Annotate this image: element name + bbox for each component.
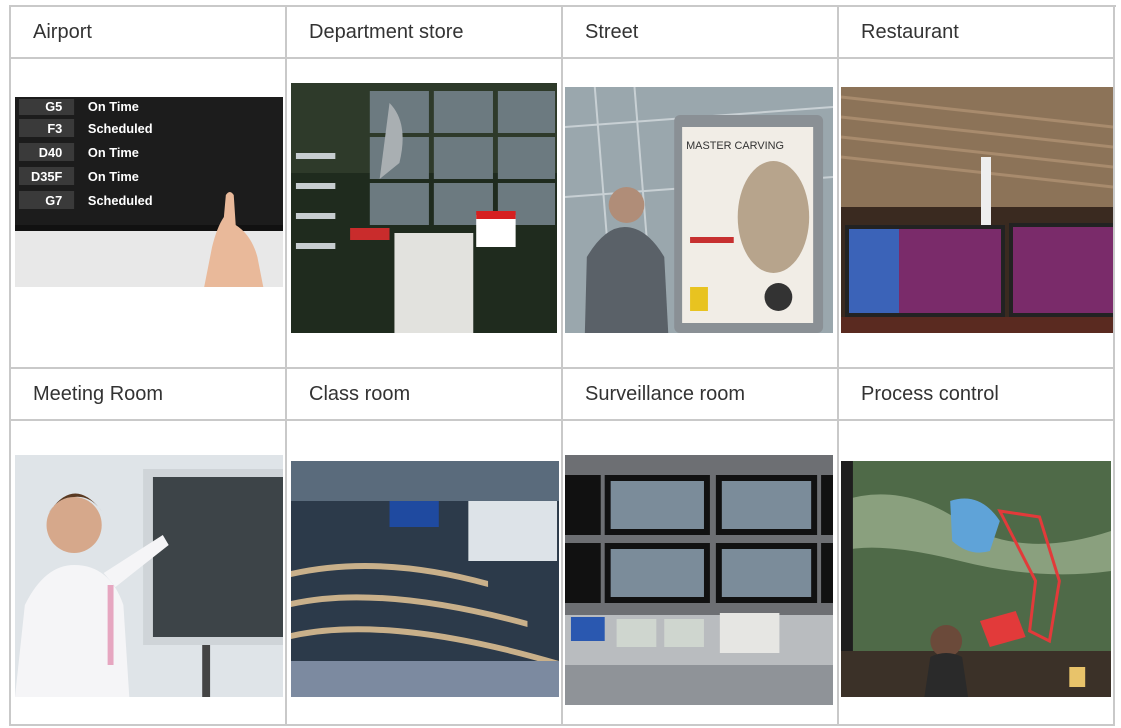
header-meeting-room: Meeting Room	[11, 369, 287, 421]
process-control-photo	[841, 461, 1111, 697]
header-street: Street	[563, 7, 839, 59]
board-gate-0: G5	[45, 99, 62, 114]
image-cell-street: MASTER CARVING	[563, 59, 839, 369]
image-cell-department-store	[287, 59, 563, 369]
board-status-4: Scheduled	[88, 193, 153, 208]
header-class-room: Class room	[287, 369, 563, 421]
image-cell-process-control	[839, 421, 1115, 726]
header-airport: Airport	[11, 7, 287, 59]
header-surveillance-room: Surveillance room	[563, 369, 839, 421]
airport-photo: G5 On Time F3 Scheduled D40 On Time D35F…	[15, 97, 283, 287]
board-status-2: On Time	[88, 145, 139, 160]
image-cell-surveillance-room	[563, 421, 839, 726]
board-status-0: On Time	[88, 99, 139, 114]
image-cell-meeting-room	[11, 421, 287, 726]
class-room-photo	[291, 461, 559, 697]
department-store-photo	[291, 83, 557, 333]
image-cell-restaurant	[839, 59, 1115, 369]
image-cell-airport: G5 On Time F3 Scheduled D40 On Time D35F…	[11, 59, 287, 369]
board-gate-4: G7	[45, 193, 62, 208]
board-gate-2: D40	[39, 145, 62, 160]
header-department-store: Department store	[287, 7, 563, 59]
board-status-1: Scheduled	[88, 121, 153, 136]
street-photo: MASTER CARVING	[565, 87, 833, 333]
header-process-control: Process control	[839, 369, 1115, 421]
meeting-room-photo	[15, 455, 283, 697]
restaurant-photo	[841, 87, 1113, 333]
surveillance-room-photo	[565, 455, 833, 705]
board-gate-1: F3	[47, 121, 62, 136]
board-status-3: On Time	[88, 169, 139, 184]
image-cell-class-room	[287, 421, 563, 726]
header-restaurant: Restaurant	[839, 7, 1115, 59]
application-grid: Airport Department store Street Restaura…	[9, 5, 1116, 726]
board-gate-3: D35F	[31, 169, 62, 184]
street-sign-headline: MASTER CARVING	[686, 140, 784, 152]
